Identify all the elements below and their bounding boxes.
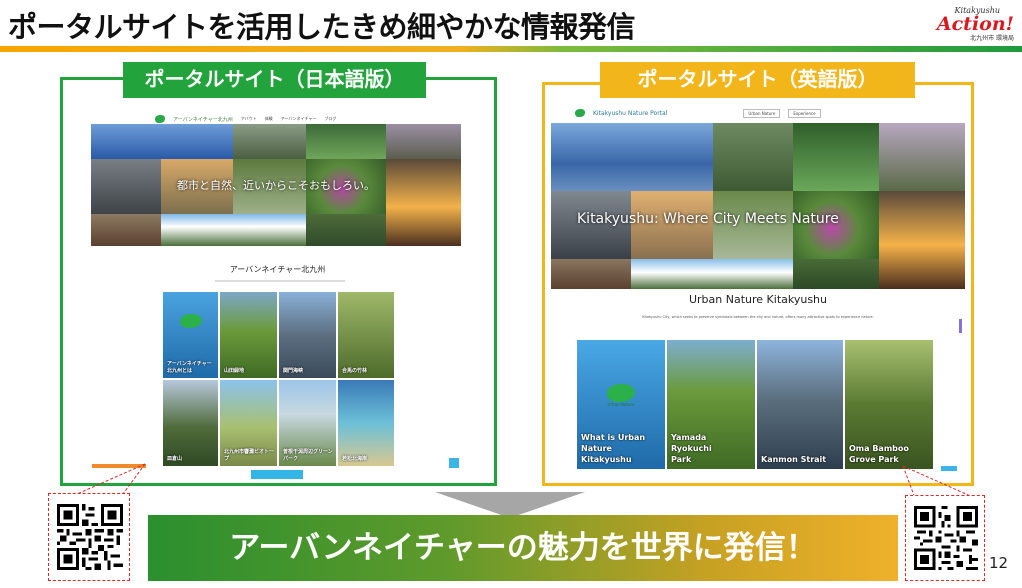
en-scrollbar-thumb[interactable]	[959, 319, 962, 333]
jp-site-name[interactable]: アーバンネイチャー北九州	[173, 116, 233, 123]
jp-card-label: 合馬の竹林	[342, 368, 368, 374]
photo-tile	[91, 124, 233, 159]
photo-tile	[879, 191, 965, 289]
en-nav-item[interactable]: Urban Nature	[743, 108, 781, 118]
photo-tile	[91, 214, 161, 246]
jp-site-qr-code[interactable]	[57, 502, 123, 572]
emblem-text: Urban Nature	[607, 402, 635, 407]
jp-section-desc-line	[215, 280, 345, 282]
jp-nav-item[interactable]: 体験	[265, 116, 273, 122]
photo-tile	[306, 124, 386, 159]
jp-card-label: 関門海峡	[283, 368, 304, 374]
en-site-header: Kitakyushu Nature Portal Urban Nature Ex…	[575, 104, 821, 122]
photo-tile	[161, 214, 306, 246]
jp-card-label: 皿倉山	[167, 456, 183, 462]
en-site-screenshot: Kitakyushu Nature Portal Urban Nature Ex…	[551, 103, 965, 473]
en-card[interactable]: Kanmon Strait	[757, 340, 843, 469]
jp-card[interactable]: 若松北海岸	[338, 380, 394, 466]
jp-card[interactable]: 山田緑地	[220, 292, 277, 378]
photo-tile	[713, 123, 793, 191]
en-section-title: Urban Nature Kitakyushu	[688, 293, 828, 306]
jp-hero-tagline: 都市と自然、近いからこそおもしろい。	[177, 179, 375, 192]
en-card[interactable]: Urban Nature What is Urban Nature Kitaky…	[577, 340, 665, 469]
en-hero-collage: Kitakyushu: Where City Meets Nature	[551, 123, 965, 289]
en-nav-item[interactable]: Experience	[788, 108, 821, 118]
en-scroll-top-button[interactable]	[941, 466, 957, 471]
en-section-desc: Kitakyushu City, which seeks to preserve…	[642, 315, 874, 319]
jp-nav-item[interactable]: アーバンネイチャー	[281, 116, 317, 122]
jp-card-label: 山田緑地	[224, 368, 245, 374]
en-site-qr-code[interactable]	[914, 504, 978, 572]
jp-card[interactable]: 皿倉山	[163, 380, 218, 466]
urban-nature-emblem-icon	[179, 314, 202, 328]
jp-site-screenshot: アーバンネイチャー北九州 アバウト 体験 アーバンネイチャー ブログ 都市と自然…	[85, 108, 470, 480]
photo-tile	[793, 259, 879, 289]
photo-tile	[386, 159, 461, 246]
jp-card-label: 若松北海岸	[342, 456, 368, 462]
jp-card-label: 曽根干潟周辺グリーンパーク	[283, 449, 333, 462]
photo-tile	[91, 159, 161, 214]
en-site-qr-frame	[905, 495, 985, 581]
jp-card[interactable]: 合馬の竹林	[338, 292, 394, 378]
jp-orange-accent-line	[92, 464, 146, 468]
jp-nav-item[interactable]: ブログ	[324, 116, 336, 122]
jp-card[interactable]: 関門海峡	[279, 292, 336, 378]
photo-tile	[631, 259, 793, 289]
jp-site-qr-frame	[48, 493, 130, 581]
en-site-name[interactable]: Kitakyushu Nature Portal	[593, 110, 667, 117]
jp-card[interactable]: 曽根干潟周辺グリーンパーク	[279, 380, 336, 466]
en-card-label: Kanmon Strait	[761, 455, 827, 464]
photo-tile	[233, 124, 306, 159]
urban-nature-emblem-icon: Urban Nature	[607, 384, 635, 407]
jp-card-label: 北九州市響灘ビオトープ	[224, 449, 275, 462]
photo-tile	[551, 123, 713, 191]
en-portal-label: ポータルサイト（英語版）	[600, 62, 915, 98]
jp-section-title: アーバンネイチャー北九州	[229, 265, 326, 274]
jp-portal-label: ポータルサイト（日本語版）	[123, 62, 426, 98]
global-outreach-banner: アーバンネイチャーの魅力を世界に発信！	[148, 515, 898, 581]
jp-more-button[interactable]	[251, 470, 303, 479]
logo-main-text: Action!	[936, 13, 1014, 35]
jp-card[interactable]: 北九州市響灘ビオトープ	[220, 380, 277, 466]
jp-hero-collage: 都市と自然、近いからこそおもしろい。	[91, 124, 461, 246]
jp-card[interactable]: アーバンネイチャー北九州とは	[163, 292, 218, 378]
photo-tile	[551, 259, 631, 289]
photo-tile	[386, 124, 461, 159]
en-card-label: Yamada Ryokuchi Park	[671, 433, 712, 464]
title-underline-bar	[0, 46, 1022, 52]
photo-tile	[306, 214, 386, 246]
site-logo-icon	[155, 115, 165, 123]
en-hero-tagline: Kitakyushu: Where City Meets Nature	[577, 211, 839, 227]
en-card-label: What is Urban Nature Kitakyushu	[581, 433, 646, 464]
photo-tile	[879, 123, 965, 191]
slide-title: ポータルサイトを活用したきめ細やかな情報発信	[8, 10, 636, 44]
jp-scroll-top-button[interactable]	[449, 458, 459, 468]
photo-tile	[793, 123, 879, 191]
site-logo-icon	[575, 109, 585, 117]
page-number: 12	[989, 554, 1009, 572]
jp-card-label: アーバンネイチャー北九州とは	[167, 361, 212, 374]
en-card-label: Oma Bamboo Grove Park	[849, 444, 909, 464]
en-card[interactable]: Oma Bamboo Grove Park	[845, 340, 933, 469]
en-card[interactable]: Yamada Ryokuchi Park	[667, 340, 755, 469]
kitakyushu-action-logo: Kitakyushu Action! 北九州市 環境局	[928, 6, 1014, 42]
jp-nav-item[interactable]: アバウト	[241, 116, 257, 122]
